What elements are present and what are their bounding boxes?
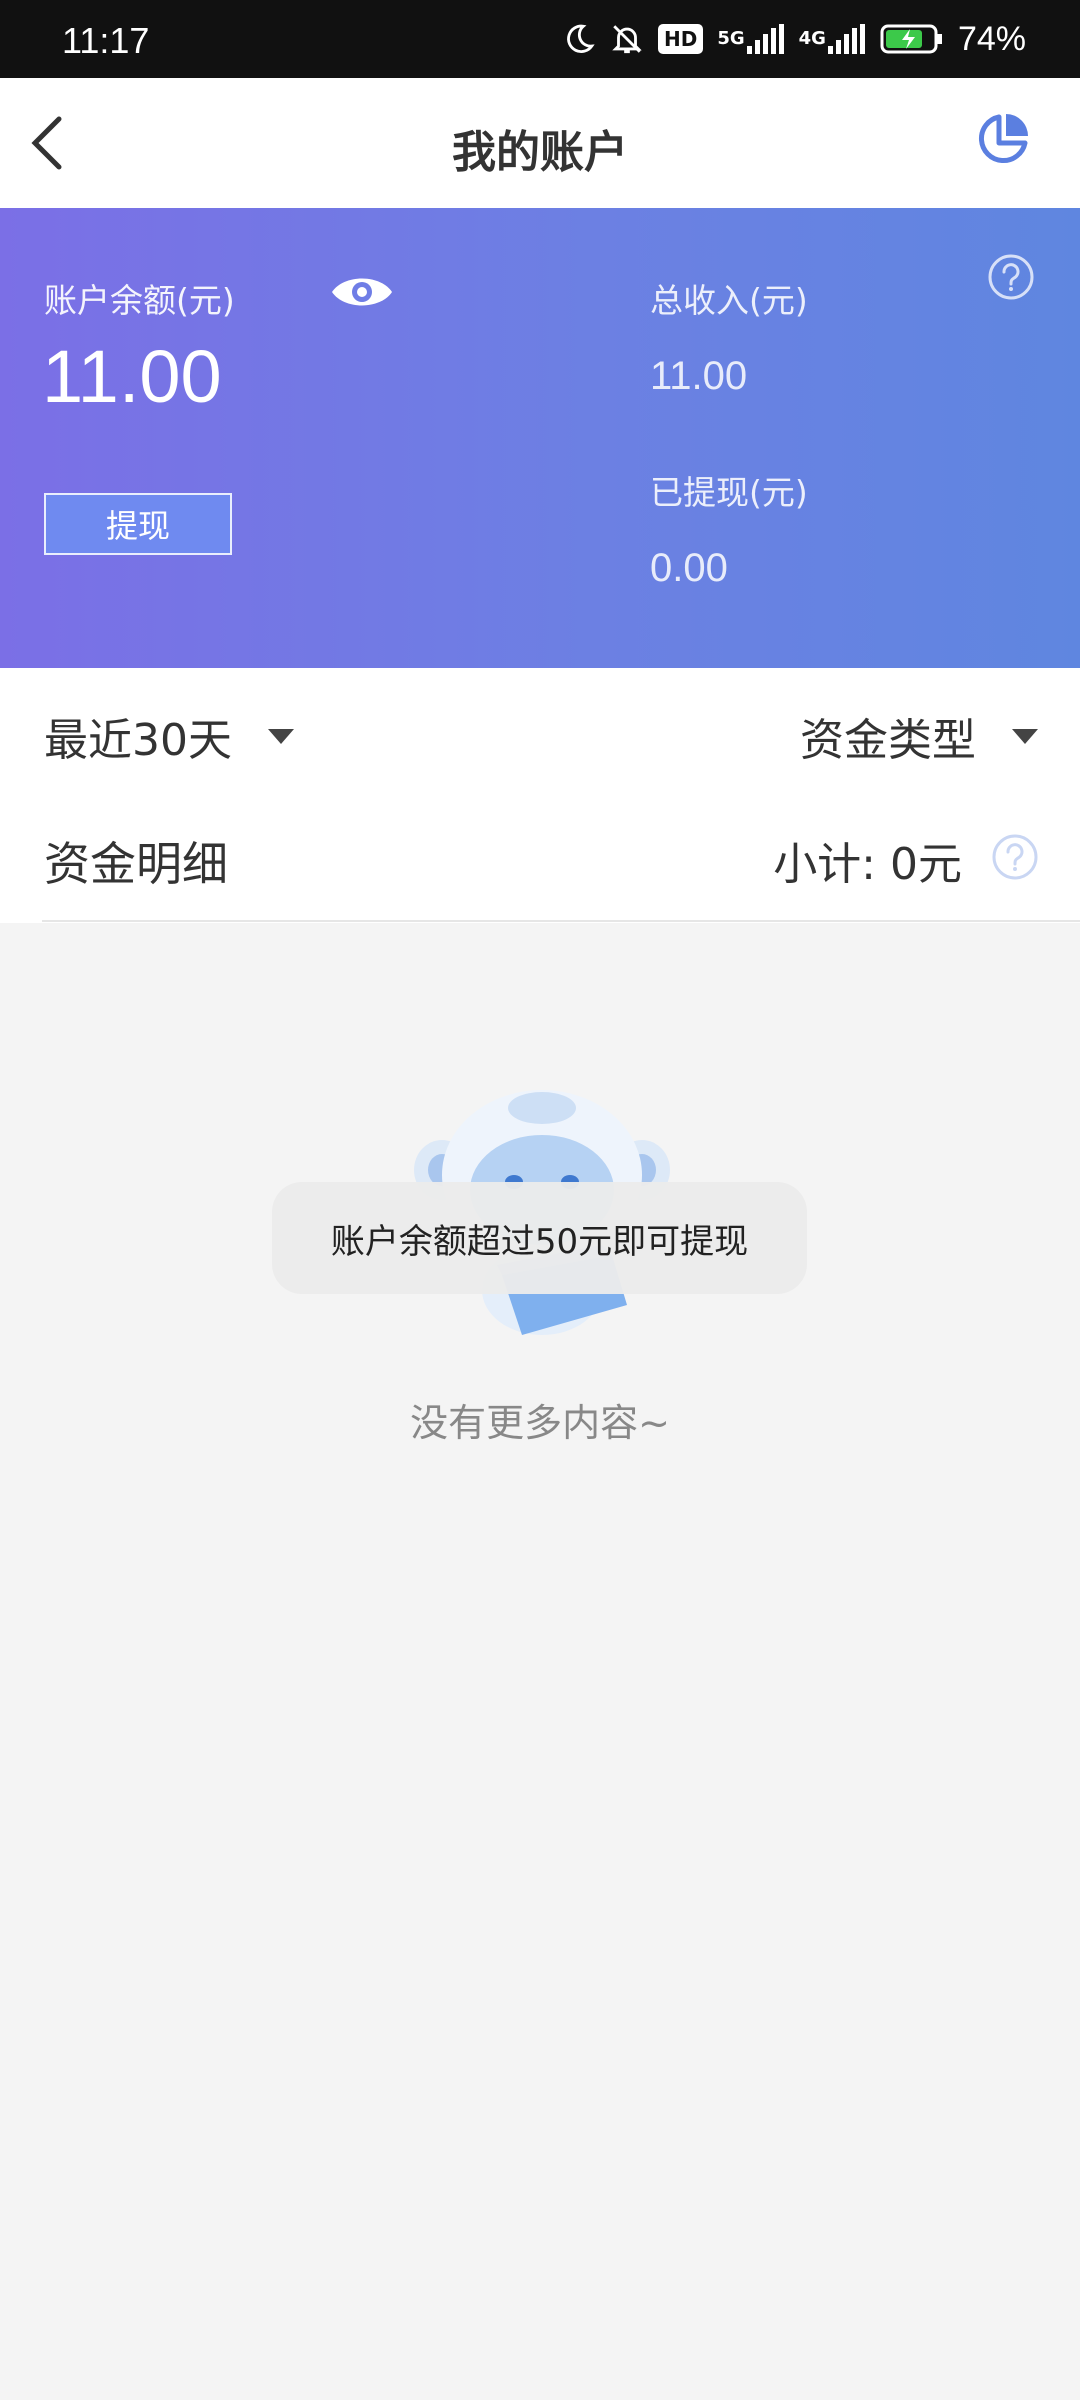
filters-section: 最近30天 资金类型 资金明细 小计: 0元 (0, 668, 1080, 923)
battery-percent: 74% (957, 19, 1026, 58)
battery-icon (880, 22, 944, 56)
caret-down-icon (268, 728, 294, 744)
details-title: 资金明细 (44, 837, 228, 891)
moon-icon (562, 22, 596, 56)
network-4g-label: 4G (798, 28, 826, 49)
withdraw-button[interactable]: 提现 (44, 493, 232, 555)
stats-button[interactable] (970, 106, 1036, 172)
total-income-label: 总收入(元) (650, 281, 808, 320)
withdrawn-value: 0.00 (650, 546, 728, 590)
balance-value: 11.00 (42, 335, 222, 418)
date-range-filter[interactable]: 最近30天 (44, 704, 294, 768)
total-income-value: 11.00 (650, 354, 748, 398)
empty-state-text: 没有更多内容~ (410, 1401, 670, 1445)
balance-label: 账户余额(元) (44, 281, 235, 320)
fund-type-filter[interactable]: 资金类型 (800, 704, 1038, 768)
bell-off-icon (610, 22, 644, 56)
eye-icon[interactable] (330, 272, 394, 312)
fund-type-label: 资金类型 (800, 715, 976, 766)
divider (42, 920, 1080, 922)
signal-5g-icon: 5G (717, 24, 784, 54)
balance-card: 账户余额(元) 11.00 提现 总收入(元) 11.00 已提现(元) 0.0… (0, 208, 1080, 668)
status-bar: 11:17 HD 5G 4G 74% (0, 0, 1080, 78)
withdrawn-label: 已提现(元) (650, 473, 808, 512)
hd-icon: HD (657, 24, 704, 54)
caret-down-icon (1012, 728, 1038, 744)
status-icons: HD 5G 4G 74% (562, 16, 1026, 62)
network-5g-label: 5G (717, 28, 745, 49)
date-range-label: 最近30天 (44, 715, 232, 766)
help-icon[interactable] (988, 254, 1034, 300)
status-time: 11:17 (62, 20, 150, 61)
signal-4g-icon: 4G (799, 24, 866, 54)
pie-chart-icon (978, 114, 1028, 164)
toast-message: 账户余额超过50元即可提现 (272, 1182, 807, 1294)
header: 我的账户 (0, 78, 1080, 208)
subtotal: 小计: 0元 (773, 839, 962, 890)
page-title: 我的账户 (452, 127, 628, 178)
help-icon[interactable] (992, 834, 1038, 880)
